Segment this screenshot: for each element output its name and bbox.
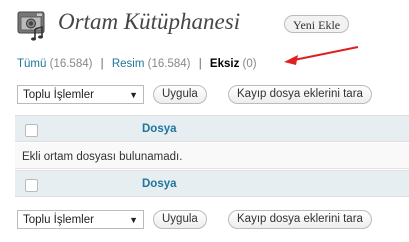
filter-all-label: Tümü	[17, 58, 47, 70]
filter-images[interactable]: Resim	[112, 58, 145, 70]
bulk-actions-selected: Toplu İşlemler	[23, 214, 94, 226]
filter-unattached[interactable]: Eksiz	[210, 58, 239, 70]
filter-separator: |	[100, 58, 104, 70]
table-footer: Dosya	[15, 170, 409, 197]
select-all-checkbox-bottom[interactable]	[25, 179, 38, 192]
filter-all-count: (16.584)	[49, 58, 93, 70]
apply-button-bottom[interactable]: Uygula	[153, 210, 207, 229]
bulk-actions-select-top[interactable]: Toplu İşlemler ▼	[17, 85, 144, 104]
find-lost-attachments-button-top[interactable]: Kayıp dosya eklerini tara	[228, 85, 372, 104]
dropdown-arrow-icon: ▼	[129, 90, 138, 100]
column-file-title[interactable]: Dosya	[142, 123, 177, 135]
table-row: Ekli ortam dosyası bulunamadı.	[15, 143, 409, 169]
red-arrow-icon	[284, 46, 359, 65]
apply-button-top[interactable]: Uygula	[153, 85, 207, 104]
filter-all[interactable]: Tümü	[17, 58, 46, 70]
empty-message: Ekli ortam dosyası bulunamadı.	[22, 151, 183, 163]
media-filters: Tümü (16.584) | Resim (16.584) | Eksiz (…	[17, 58, 257, 70]
find-lost-attachments-button-bottom[interactable]: Kayıp dosya eklerini tara	[228, 210, 372, 229]
page-title: Ortam Kütüphanesi	[58, 9, 241, 34]
select-all-checkbox[interactable]	[25, 124, 38, 137]
filter-unattached-count: (0)	[242, 58, 257, 70]
media-library-icon	[17, 11, 45, 41]
filter-images-count: (16.584)	[147, 58, 191, 70]
bulk-actions-selected: Toplu İşlemler	[23, 89, 94, 101]
filter-images-label: Resim	[111, 58, 145, 70]
add-new-button[interactable]: Yeni Ekle	[284, 15, 350, 33]
dropdown-arrow-icon: ▼	[129, 215, 138, 225]
table-header: Dosya	[15, 115, 409, 142]
bulk-actions-select-bottom[interactable]: Toplu İşlemler ▼	[17, 210, 144, 229]
column-file-title-bottom[interactable]: Dosya	[142, 178, 177, 190]
filter-separator: |	[198, 58, 202, 70]
